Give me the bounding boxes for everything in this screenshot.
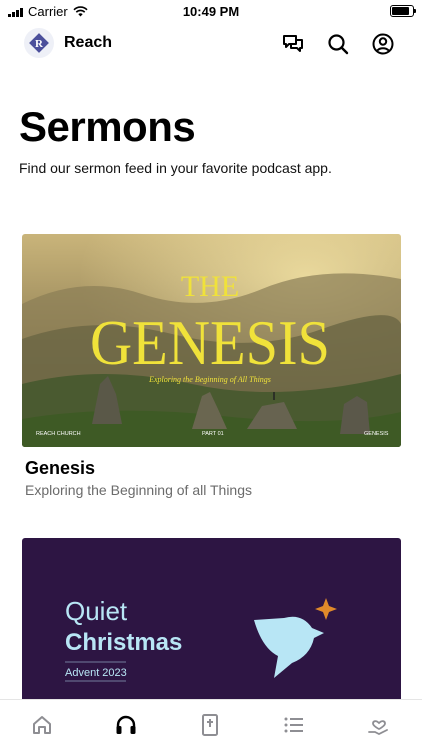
star-icon [315, 598, 337, 620]
svg-text:Advent 2023: Advent 2023 [65, 667, 127, 679]
headphones-icon[interactable] [113, 712, 139, 738]
svg-text:Quiet: Quiet [65, 596, 128, 626]
status-bar: Carrier 10:49 PM [0, 0, 422, 22]
svg-text:REACH CHURCH: REACH CHURCH [36, 431, 81, 437]
app-title: Reach [64, 34, 113, 51]
page-title: Sermons [19, 103, 196, 150]
clock: 10:49 PM [182, 4, 240, 19]
home-icon[interactable] [29, 712, 55, 738]
series-title[interactable]: Genesis [25, 458, 95, 479]
svg-text:R: R [35, 38, 44, 50]
battery-icon [390, 5, 416, 17]
svg-text:Christmas: Christmas [65, 629, 182, 656]
series-card-christmas[interactable]: Quiet Christmas Advent 2023 [22, 538, 401, 713]
tab-bar [0, 699, 422, 751]
page-subtitle: Find our sermon feed in your favorite po… [19, 160, 332, 176]
genesis-artwork: THE GENESIS Exploring the Beginning of A… [22, 234, 401, 447]
list-icon[interactable] [281, 712, 307, 738]
chat-icon[interactable] [281, 32, 305, 56]
bible-icon[interactable] [197, 712, 223, 738]
series-card-genesis[interactable]: THE GENESIS Exploring the Beginning of A… [22, 234, 401, 447]
svg-text:GENESIS: GENESIS [364, 431, 389, 437]
svg-text:Exploring the Beginning of All: Exploring the Beginning of All Things [148, 375, 271, 384]
series-subtitle: Exploring the Beginning of all Things [25, 482, 253, 498]
svg-text:PART 01: PART 01 [202, 431, 224, 437]
svg-text:THE: THE [181, 270, 239, 303]
app-header: R Reach [0, 26, 422, 62]
profile-icon[interactable] [371, 32, 395, 56]
logo-diamond-icon: R [29, 33, 49, 53]
search-icon[interactable] [326, 32, 350, 56]
dove-icon [254, 616, 324, 678]
christmas-artwork: Quiet Christmas Advent 2023 [65, 596, 337, 682]
giving-icon[interactable] [366, 712, 392, 738]
svg-text:GENESIS: GENESIS [90, 307, 330, 378]
app-logo[interactable]: R [24, 28, 54, 58]
